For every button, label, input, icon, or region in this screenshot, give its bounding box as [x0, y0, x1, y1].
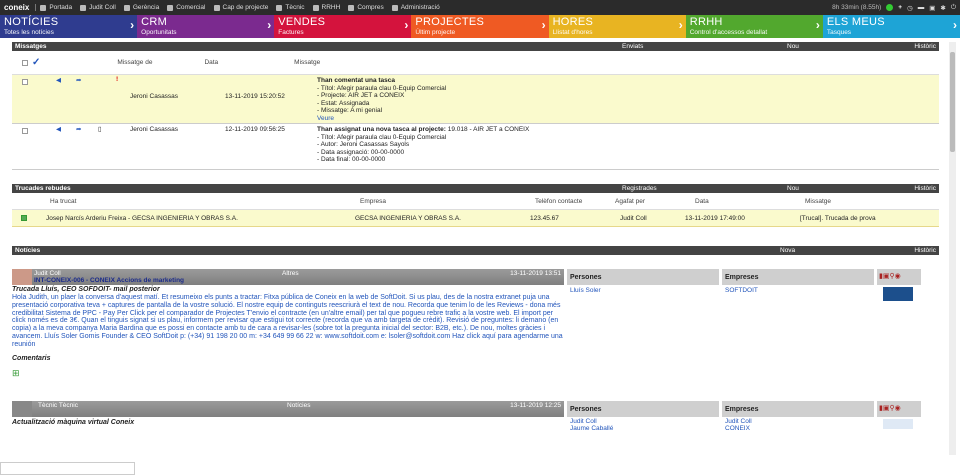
palette-icon: [213, 4, 220, 11]
news-actions: ▮▣⚲◉: [877, 401, 921, 441]
user-icon: [80, 4, 87, 11]
trucades-columns: Ha trucat Empresa Telèfon contacte Agafa…: [12, 193, 939, 210]
module-noticies[interactable]: NOTÍCIES Totes les notícies ›: [0, 15, 138, 38]
persones-col: Persones Lluís Soler: [567, 269, 719, 401]
forward-icon[interactable]: ➦: [76, 125, 81, 133]
tab-nova[interactable]: Nova: [780, 247, 795, 254]
news-header: Judit Coll INT-CONEIX-006 - CONEIX Accio…: [12, 269, 564, 285]
nav-tecnic[interactable]: Tècnic: [276, 4, 305, 11]
empreses-col: Empreses SOFTDOIT: [722, 269, 874, 401]
missatges-columns: ✓ Missatge de Data Missatge: [12, 51, 939, 75]
briefcase-icon: [123, 4, 130, 11]
news-title: Trucada Lluís, CEO SOFDOIT- mail posteri…: [12, 286, 160, 293]
module-crm[interactable]: CRM Oportunitats ›: [137, 15, 275, 38]
noticies-header: Notícies Nova Històric: [12, 246, 939, 255]
scrollbar[interactable]: [949, 42, 956, 455]
nav-gerencia[interactable]: Gerència: [123, 4, 159, 11]
news-body: Hola Judith, un plaer la conversa d'aque…: [12, 294, 563, 348]
page-icon: [40, 4, 47, 11]
tab-historic[interactable]: Històric: [914, 185, 936, 192]
module-els-meus[interactable]: ELS MEUS Tasques ›: [822, 15, 960, 38]
news-header: Tècnic Tècnic Notícies 13-11-2019 12:25: [12, 401, 564, 417]
row-checkbox[interactable]: [21, 215, 27, 221]
session-time: 8h 33min (8.55h): [832, 4, 882, 11]
wrench-icon: [276, 4, 283, 11]
missatges-header: Missatges Enviats Nou Històric: [12, 42, 939, 51]
nav-user[interactable]: Judit Coll: [80, 4, 116, 11]
module-projectes[interactable]: PROJECTES Últim projecte ›: [411, 15, 549, 38]
document-icon: ▯: [98, 126, 102, 133]
people-icon: [312, 4, 319, 11]
news-actions: ▮▣⚲◉: [877, 269, 921, 401]
tab-enviats[interactable]: Enviats: [622, 43, 643, 50]
clock-icon[interactable]: ◷: [907, 4, 913, 12]
empreses-col: Empreses Judit Coll CONEIX: [722, 401, 874, 441]
row-checkbox[interactable]: [22, 79, 28, 85]
reply-icon[interactable]: ◀: [56, 76, 61, 84]
bottom-input[interactable]: [0, 462, 135, 475]
action-icons[interactable]: ▮▣⚲◉: [877, 269, 921, 285]
action-icons[interactable]: ▮▣⚲◉: [877, 401, 921, 417]
empresa-link[interactable]: Judit Coll CONEIX: [722, 417, 874, 433]
forward-icon[interactable]: ➦: [76, 76, 81, 84]
news-item: Tècnic Tècnic Notícies 13-11-2019 12:25 …: [12, 401, 939, 441]
tab-nou[interactable]: Nou: [787, 185, 799, 192]
trucada-row[interactable]: Josep Narcís Arderiu Freixa - GECSA INGE…: [12, 210, 939, 227]
add-comment-icon[interactable]: ⊞: [12, 368, 564, 379]
select-all-checkbox[interactable]: [22, 59, 28, 66]
company-logo: [883, 287, 913, 301]
company-logo: [883, 419, 913, 429]
gear-icon[interactable]: ✱: [940, 4, 945, 12]
avatar: [12, 269, 32, 285]
folder-icon[interactable]: ▬: [918, 4, 925, 11]
tab-nou[interactable]: Nou: [787, 43, 799, 50]
basket-icon: [348, 4, 355, 11]
empresa-link[interactable]: SOFTDOIT: [722, 285, 874, 296]
module-hores[interactable]: HORES Llistat d'hores ›: [548, 15, 686, 38]
plus-icon[interactable]: +: [898, 4, 902, 11]
save-icon[interactable]: ▣: [929, 4, 935, 12]
trucades-header: Trucades rebudes Registrades Nou Històri…: [12, 184, 939, 193]
reply-icon[interactable]: ◀: [56, 125, 61, 133]
euro-icon: [391, 4, 398, 11]
module-vendes[interactable]: VENDES Factures ›: [274, 15, 412, 38]
scrollbar-thumb[interactable]: [950, 52, 955, 152]
message-row[interactable]: ◀ ➦ ! Jeroni Casassas 13-11-2019 15:20:5…: [12, 75, 939, 124]
shop-icon: [167, 4, 174, 11]
nav-cap-projecte[interactable]: Cap de projecte: [213, 4, 268, 11]
priority-icon: !: [116, 76, 119, 83]
message-row[interactable]: ◀ ➦ ▯ Jeroni Casassas 12-11-2019 09:56:2…: [12, 124, 939, 170]
nav-compres[interactable]: Compres: [348, 4, 384, 11]
tab-historic[interactable]: Històric: [914, 247, 936, 254]
veure-link[interactable]: Veure: [317, 115, 446, 123]
news-title: Actualització màquina virtual Coneix: [12, 419, 135, 426]
nav-rrhh[interactable]: RRHH: [312, 4, 340, 11]
module-rrhh[interactable]: RRHH Control d'accessos detallat ›: [685, 15, 823, 38]
nav-portada[interactable]: Portada: [35, 4, 72, 11]
module-bar: NOTÍCIES Totes les notícies › CRM Oportunit…: [0, 15, 960, 38]
persones-col: Persones Judit Coll Jaume Caballé: [567, 401, 719, 441]
persona-link[interactable]: Lluís Soler: [567, 285, 719, 296]
news-item: Judit Coll INT-CONEIX-006 - CONEIX Accio…: [12, 269, 939, 401]
top-nav-bar: coneix Portada Judit Coll Gerència Comer…: [0, 0, 960, 15]
nav-comercial[interactable]: Comercial: [167, 4, 206, 11]
status-icon[interactable]: [886, 4, 894, 11]
logout-icon[interactable]: ⏻: [951, 4, 956, 12]
tab-historic[interactable]: Històric: [914, 43, 936, 50]
brand-logo[interactable]: coneix: [4, 3, 29, 12]
nav-administracio[interactable]: Administració: [391, 4, 440, 11]
tab-registrades[interactable]: Registrades: [622, 185, 657, 192]
persona-link[interactable]: Judit Coll Jaume Caballé: [567, 417, 719, 433]
check-icon[interactable]: ✓: [32, 57, 40, 68]
row-checkbox[interactable]: [22, 128, 28, 134]
avatar: [12, 401, 32, 417]
subject-link[interactable]: INT-CONEIX-006 - CONEIX Accions de marke…: [34, 277, 184, 285]
